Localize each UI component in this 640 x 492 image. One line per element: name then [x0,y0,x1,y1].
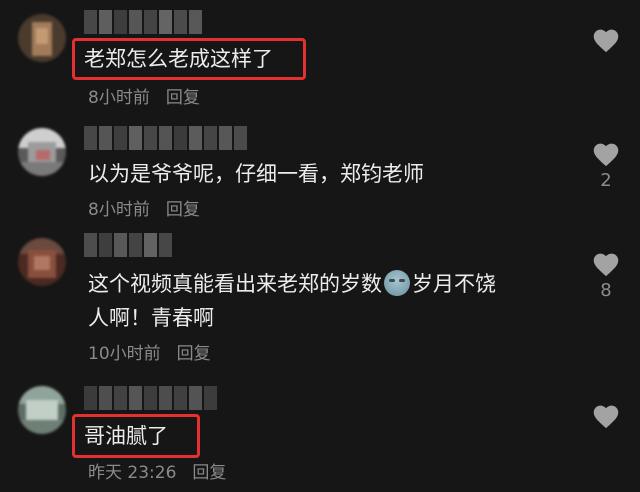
comment-meta: 8小时前 回复 [88,199,200,221]
avatar[interactable] [18,14,66,62]
comment-text: 以为是爷爷呢，仔细一看，郑钧老师 [88,162,424,186]
avatar[interactable] [18,386,66,434]
comment-time: 8小时前 [88,200,150,220]
comment-text: 这个视频真能看出来老郑的岁数 岁月不饶 [88,270,496,296]
like-count: 8 [600,280,612,301]
like-button[interactable] [590,26,622,57]
comment-meta: 昨天 23:26 回复 [88,462,226,484]
avatar[interactable] [18,238,66,286]
heart-icon [593,253,619,277]
heart-icon [593,29,619,53]
reply-button[interactable]: 回复 [166,88,200,108]
reply-button[interactable]: 回复 [192,463,226,483]
like-count: 2 [600,170,612,191]
like-button[interactable] [590,402,622,433]
like-button[interactable]: 8 [590,250,622,301]
heart-icon [593,405,619,429]
comment-meta: 8小时前 回复 [88,87,200,109]
cold-sweat-emoji [384,270,410,296]
comment-time: 昨天 23:26 [88,463,177,483]
comment-text: 老郑怎么老成这样了 [84,47,273,71]
reply-button[interactable]: 回复 [166,200,200,220]
avatar[interactable] [18,128,66,176]
username-blurred[interactable] [84,233,172,257]
comment-time: 8小时前 [88,88,150,108]
like-button[interactable]: 2 [590,140,622,191]
comment-text: 哥油腻了 [84,424,168,448]
comment-time: 10小时前 [88,344,161,364]
username-blurred[interactable] [84,386,217,410]
heart-icon [593,143,619,167]
username-blurred[interactable] [84,126,247,150]
username-blurred[interactable] [84,10,202,34]
comment-meta: 10小时前 回复 [88,343,211,365]
reply-button[interactable]: 回复 [177,344,211,364]
comment-list: 老郑怎么老成这样了 8小时前 回复 以为是爷爷呢，仔细一看，郑钧老师 8小时前 … [0,0,640,492]
comment-text-line2: 人啊！青春啊 [88,306,214,330]
